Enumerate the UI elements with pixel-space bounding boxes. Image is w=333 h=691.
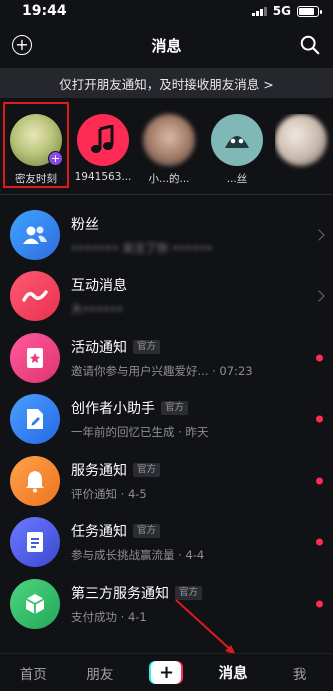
bell-icon xyxy=(10,455,60,506)
message-subtitle: ••••••• 关注了你 •••••• xyxy=(71,240,213,255)
unread-dot xyxy=(316,477,323,485)
bottom-tab-bar: 首页 朋友 + 消息 我 xyxy=(0,653,333,691)
signal-icon xyxy=(251,6,267,16)
status-icons: 5G xyxy=(251,4,322,18)
highlight-box xyxy=(3,102,69,188)
network-type: 5G xyxy=(272,4,291,18)
story-item[interactable] xyxy=(275,114,333,189)
add-friend-icon[interactable]: + xyxy=(12,35,32,55)
status-time: 19:44 xyxy=(22,3,67,19)
battery-fill xyxy=(299,7,315,15)
chevron-right-icon xyxy=(313,229,325,241)
message-service[interactable]: 服务通知 官方 评价通知 · 4-5 xyxy=(0,450,333,512)
cube-icon xyxy=(10,578,60,629)
avatar xyxy=(143,114,195,166)
message-subtitle: 一年前的回忆已生成 · 昨天 xyxy=(71,425,209,440)
create-button[interactable]: + xyxy=(149,661,184,684)
story-item[interactable]: ...丝 xyxy=(207,114,267,189)
creator-icon xyxy=(10,394,60,445)
message-interaction[interactable]: 互动消息 大•••••• xyxy=(0,266,333,328)
message-creator-assistant[interactable]: 创作者小助手 官方 一年前的回忆已生成 · 昨天 xyxy=(0,389,333,451)
cartoon-avatar-icon xyxy=(225,136,249,148)
official-tag: 官方 xyxy=(133,339,161,354)
official-tag: 官方 xyxy=(133,524,161,539)
message-third-party[interactable]: 第三方服务通知 官方 支付成功 · 4-1 xyxy=(0,573,333,635)
unread-dot xyxy=(316,600,323,608)
story-item[interactable]: 小...的... xyxy=(139,114,199,189)
battery-icon xyxy=(297,5,322,17)
message-task[interactable]: 任务通知 官方 参与成长挑战赢流量 · 4-4 xyxy=(0,512,333,574)
story-label: ...丝 xyxy=(226,173,248,185)
status-bar: 19:44 5G xyxy=(0,0,333,22)
message-activity[interactable]: 活动通知 官方 邀请你参与用户兴趣爱好... · 07:23 xyxy=(0,327,333,389)
unread-dot xyxy=(316,538,323,546)
divider xyxy=(0,194,333,195)
message-title: 任务通知 xyxy=(71,524,127,541)
search-icon[interactable] xyxy=(299,34,321,56)
fans-icon xyxy=(10,209,60,260)
avatar xyxy=(211,114,263,166)
tab-home[interactable]: 首页 xyxy=(0,663,67,683)
message-subtitle: 支付成功 · 4-1 xyxy=(71,609,147,624)
task-icon xyxy=(10,517,60,568)
message-title: 活动通知 xyxy=(71,339,127,356)
music-note-icon xyxy=(91,125,114,153)
story-label: 1941563... xyxy=(74,171,132,183)
story-item[interactable]: 1941563... xyxy=(73,114,133,189)
nav-bar: + 消息 xyxy=(0,26,333,64)
activity-icon xyxy=(10,332,60,383)
story-row: + 密友时刻 1941563... 小...的... ...丝 xyxy=(0,100,333,192)
tab-friends[interactable]: 朋友 xyxy=(67,663,134,683)
message-title: 第三方服务通知 xyxy=(71,585,169,602)
message-subtitle: 大•••••• xyxy=(71,302,124,317)
message-title: 创作者小助手 xyxy=(71,401,155,418)
tab-messages[interactable]: 消息 xyxy=(200,662,267,683)
tab-create[interactable]: + xyxy=(133,661,200,684)
page-title: 消息 xyxy=(151,36,182,55)
avatar xyxy=(77,114,129,166)
message-list: 粉丝 ••••••• 关注了你 •••••• 互动消息 大•••••• 活动通知… xyxy=(0,204,333,635)
chevron-right-icon xyxy=(313,290,325,302)
message-subtitle: 邀请你参与用户兴趣爱好... · 07:23 xyxy=(71,363,253,378)
message-title: 粉丝 xyxy=(71,216,99,233)
avatar xyxy=(275,114,327,166)
official-tag: 官方 xyxy=(161,401,189,416)
message-subtitle: 评价通知 · 4-5 xyxy=(71,486,147,501)
message-fans[interactable]: 粉丝 ••••••• 关注了你 •••••• xyxy=(0,204,333,266)
friend-notify-banner[interactable]: 仅打开朋友通知，及时接收朋友消息 > xyxy=(0,68,333,98)
message-title: 服务通知 xyxy=(71,462,127,479)
story-label: 小...的... xyxy=(148,173,190,185)
message-title: 互动消息 xyxy=(71,278,127,295)
official-tag: 官方 xyxy=(133,462,161,477)
unread-dot xyxy=(316,415,323,423)
official-tag: 官方 xyxy=(175,585,203,600)
tab-me[interactable]: 我 xyxy=(266,663,333,683)
interaction-icon xyxy=(10,271,60,322)
message-subtitle: 参与成长挑战赢流量 · 4-4 xyxy=(71,548,205,563)
unread-dot xyxy=(316,354,323,362)
plus-icon: + xyxy=(151,661,182,684)
